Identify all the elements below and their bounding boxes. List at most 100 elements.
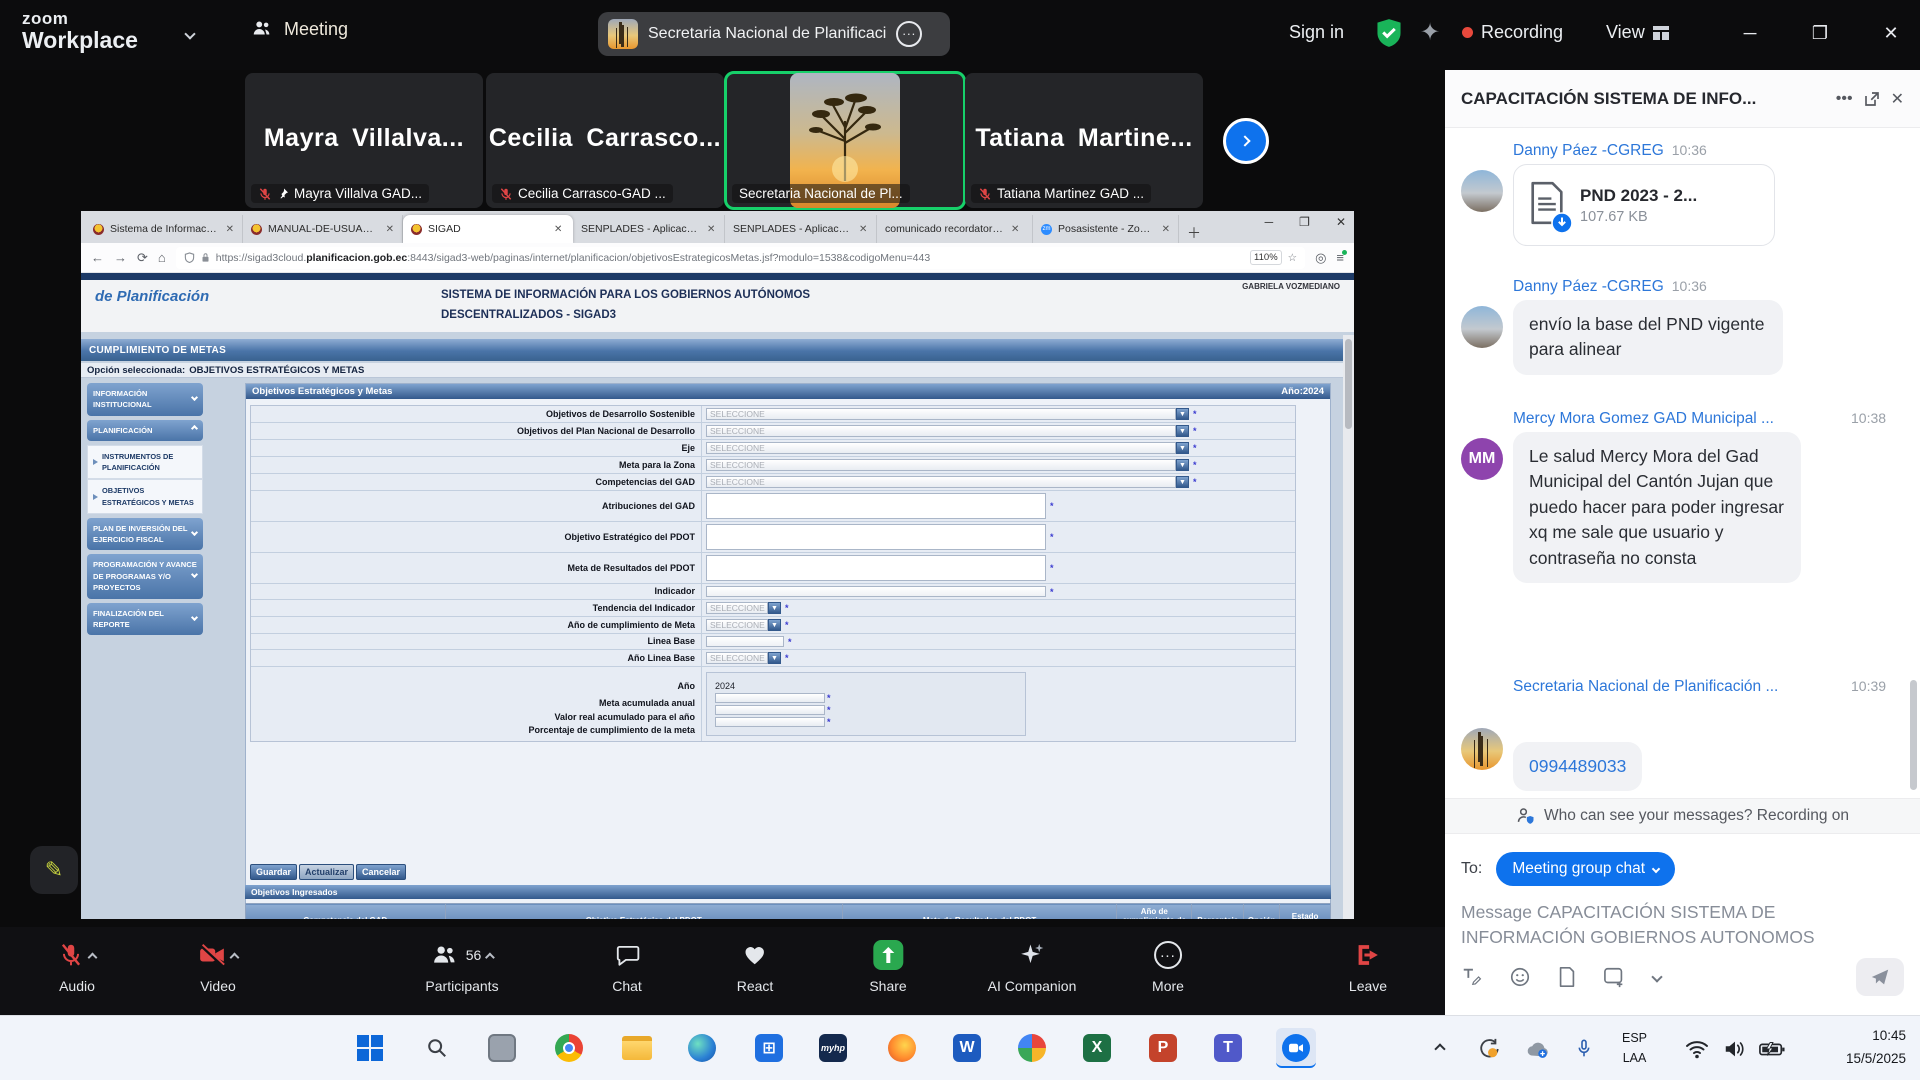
menu-instrumentos-planificacion[interactable]: INSTRUMENTOS DE PLANIFICACIÓN bbox=[87, 445, 203, 479]
message-input[interactable]: Message CAPACITACIÓN SISTEMA DE INFORMAC… bbox=[1461, 900, 1901, 951]
menu-programacion-avance[interactable]: PROGRAMACIÓN Y AVANCE DE PROGRAMAS Y/O P… bbox=[87, 554, 203, 598]
field-ods[interactable]: SELECCIONE▼* bbox=[701, 406, 1295, 422]
browser-tab[interactable]: comunicado recordatorio SIGAD 20✕ bbox=[877, 215, 1033, 243]
chrome-icon[interactable] bbox=[549, 1028, 589, 1068]
menu-planificacion[interactable]: PLANIFICACIÓN bbox=[87, 420, 203, 441]
share-button[interactable]: Share bbox=[869, 939, 906, 994]
browser-tab[interactable]: zmPosasistente - Zoom✕ bbox=[1033, 215, 1179, 243]
search-icon[interactable] bbox=[417, 1028, 457, 1068]
field-anio-cumplimiento[interactable]: SELECCIONE▼* bbox=[701, 617, 1295, 633]
tray-expand-icon[interactable] bbox=[1436, 1016, 1444, 1080]
powerpoint-icon[interactable]: P bbox=[1143, 1028, 1183, 1068]
forward-button[interactable]: → bbox=[114, 250, 127, 265]
tab-close-icon[interactable]: ✕ bbox=[1162, 224, 1170, 235]
avatar[interactable]: MM bbox=[1461, 438, 1503, 480]
start-button[interactable] bbox=[350, 1028, 390, 1068]
new-tab-button[interactable]: ＋ bbox=[1187, 223, 1201, 243]
field-atribuciones[interactable]: * bbox=[701, 491, 1295, 521]
onedrive-cloud-icon[interactable] bbox=[1524, 1016, 1550, 1080]
field-anio-linea-base[interactable]: SELECCIONE▼* bbox=[701, 650, 1295, 666]
clock[interactable]: 10:45 15/5/2025 bbox=[1846, 1025, 1906, 1071]
pop-out-icon[interactable] bbox=[1863, 90, 1881, 108]
leave-button[interactable]: Leave bbox=[1349, 939, 1387, 994]
chat-close-icon[interactable]: ✕ bbox=[1891, 89, 1904, 109]
sync-icon[interactable] bbox=[1478, 1016, 1500, 1080]
to-selector[interactable]: Meeting group chat bbox=[1496, 852, 1675, 886]
screenshot-icon[interactable] bbox=[1603, 966, 1627, 988]
browser-minimize-button[interactable]: ─ bbox=[1265, 215, 1274, 229]
menu-finalizacion-reporte[interactable]: FINALIZACIÓN DEL REPORTE bbox=[87, 603, 203, 636]
view-button[interactable]: View bbox=[1606, 22, 1669, 43]
myhp-icon[interactable]: myhp bbox=[813, 1028, 853, 1068]
word-icon[interactable]: W bbox=[947, 1028, 987, 1068]
volume-icon[interactable] bbox=[1723, 1016, 1747, 1080]
field-objetivo-pdot[interactable]: * bbox=[701, 522, 1295, 552]
chevron-down-icon[interactable] bbox=[184, 28, 195, 39]
avatar[interactable] bbox=[1461, 170, 1503, 212]
participants-options-caret[interactable] bbox=[485, 952, 495, 962]
field-pnd[interactable]: SELECCIONE▼* bbox=[701, 423, 1295, 439]
browser-tab[interactable]: SENPLADES - Aplicación de Admini✕ bbox=[725, 215, 877, 243]
meta-acumulada-input[interactable]: * bbox=[715, 693, 1017, 703]
field-eje[interactable]: SELECCIONE▼* bbox=[701, 440, 1295, 456]
battery-icon[interactable] bbox=[1759, 1016, 1785, 1080]
browser-tab-active[interactable]: SIGAD✕ bbox=[403, 215, 573, 243]
tab-meeting[interactable]: Meeting bbox=[250, 18, 348, 40]
video-tile-mayra[interactable]: Mayra Villalva... Mayra Villalva GAD... bbox=[245, 73, 483, 208]
send-button[interactable] bbox=[1856, 958, 1904, 996]
avatar[interactable] bbox=[1461, 728, 1503, 770]
message-sender[interactable]: Secretaria Nacional de Planificación ... bbox=[1513, 678, 1843, 696]
annotate-pencil-button[interactable]: ✎ bbox=[30, 846, 78, 894]
chat-scrollbar[interactable] bbox=[1910, 680, 1917, 790]
valor-real-input[interactable]: * bbox=[715, 705, 1017, 715]
tray-mic-icon[interactable] bbox=[1576, 1016, 1592, 1080]
menu-plan-inversion[interactable]: PLAN DE INVERSIÓN DEL EJERCICIO FISCAL bbox=[87, 518, 203, 551]
format-text-icon[interactable] bbox=[1461, 966, 1483, 988]
field-tendencia[interactable]: SELECCIONE▼* bbox=[701, 600, 1295, 616]
emoji-icon[interactable] bbox=[1509, 966, 1531, 988]
minimize-button[interactable]: ─ bbox=[1735, 18, 1765, 48]
video-tile-secretaria-active[interactable]: Secretaria Nacional de Pl... bbox=[726, 73, 964, 208]
composer-more-caret[interactable] bbox=[1651, 971, 1662, 982]
tab-close-icon[interactable]: ✕ bbox=[1011, 224, 1019, 235]
react-button[interactable]: React bbox=[737, 939, 774, 994]
browser-tab[interactable]: SENPLADES - Aplicación de Admini✕ bbox=[573, 215, 725, 243]
porcentaje-input[interactable]: * bbox=[715, 717, 1017, 727]
browser-tab[interactable]: MANUAL-DE-USUARIO-SIGAD_✕ bbox=[243, 215, 403, 243]
chat-more-icon[interactable]: ••• bbox=[1836, 90, 1853, 108]
field-meta-zona[interactable]: SELECCIONE▼* bbox=[701, 457, 1295, 473]
zoom-app-icon[interactable] bbox=[1276, 1028, 1316, 1068]
tab-close-icon[interactable]: ✕ bbox=[707, 224, 715, 235]
maximize-button[interactable]: ❐ bbox=[1805, 18, 1835, 48]
menu-informacion-institucional[interactable]: INFORMACIÓN INSTITUCIONAL bbox=[87, 383, 203, 416]
video-button[interactable]: Video bbox=[198, 939, 238, 994]
back-button[interactable]: ← bbox=[91, 250, 104, 265]
tab-close-icon[interactable]: ✕ bbox=[226, 224, 234, 235]
field-meta-pdot[interactable]: * bbox=[701, 553, 1295, 583]
chat-button[interactable]: Chat bbox=[612, 939, 642, 994]
actualizar-button[interactable]: Actualizar bbox=[299, 864, 354, 880]
file-attachment-card[interactable]: PND 2023 - 2... 107.67 KB bbox=[1513, 164, 1775, 246]
video-tile-cecilia[interactable]: Cecilia Carrasco... Cecilia Carrasco-GAD… bbox=[486, 73, 724, 208]
privacy-note[interactable]: Who can see your messages? Recording on bbox=[1445, 798, 1920, 834]
teams-icon[interactable]: T bbox=[1208, 1028, 1248, 1068]
video-options-caret[interactable] bbox=[230, 952, 240, 962]
field-indicador[interactable]: * bbox=[701, 584, 1295, 599]
security-shield-icon[interactable] bbox=[1375, 18, 1403, 48]
cancelar-button[interactable]: Cancelar bbox=[356, 864, 406, 880]
phone-link[interactable]: 0994489033 bbox=[1529, 756, 1626, 776]
video-tile-tatiana[interactable]: Tatiana Martine... Tatiana Martinez GAD … bbox=[965, 73, 1203, 208]
sign-in-button[interactable]: Sign in bbox=[1289, 22, 1344, 43]
browser-scrollbar[interactable] bbox=[1343, 335, 1354, 919]
wifi-icon[interactable] bbox=[1685, 1016, 1709, 1080]
bookmark-star-icon[interactable]: ☆ bbox=[1288, 252, 1297, 264]
close-button[interactable]: ✕ bbox=[1876, 18, 1906, 48]
shared-screen-pill[interactable]: Secretaria Nacional de Planificaci ... bbox=[598, 12, 950, 56]
ai-companion-button[interactable]: AI Companion bbox=[988, 939, 1077, 994]
menu-icon[interactable]: ≡ bbox=[1336, 250, 1344, 265]
field-competencias[interactable]: SELECCIONE▼* bbox=[701, 474, 1295, 490]
browser-maximize-button[interactable]: ❐ bbox=[1299, 215, 1310, 229]
tab-close-icon[interactable]: ✕ bbox=[386, 224, 394, 235]
audio-options-caret[interactable] bbox=[88, 952, 98, 962]
language-indicator[interactable]: ESP LAA bbox=[1622, 1028, 1647, 1068]
